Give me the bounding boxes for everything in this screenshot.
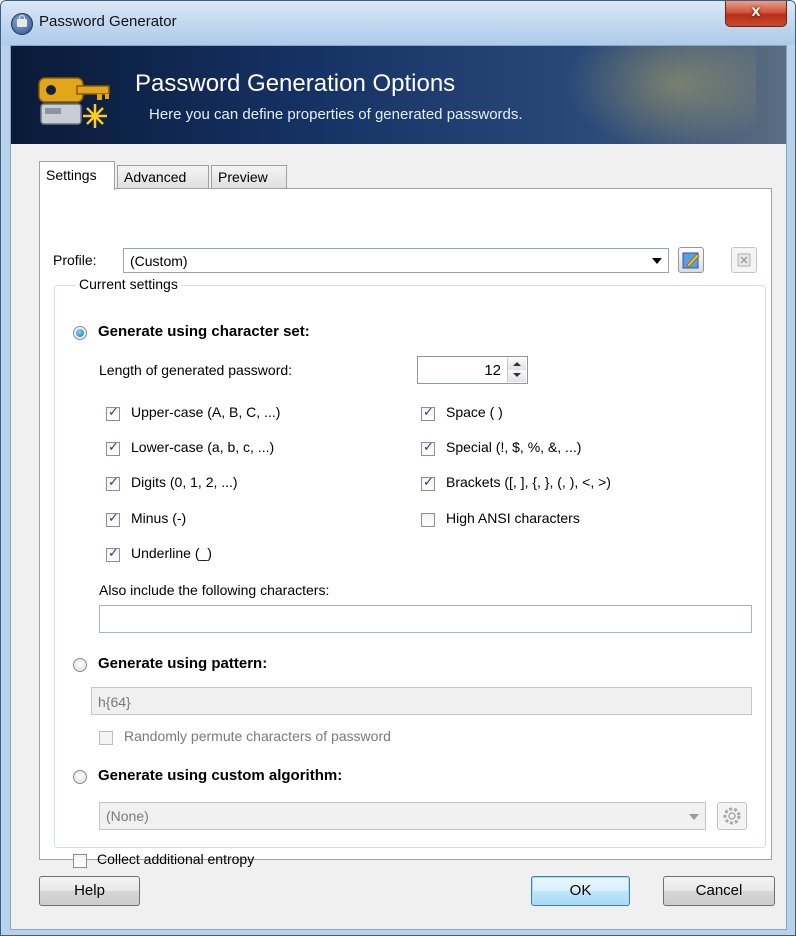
high-ansi-label: High ANSI characters: [446, 510, 580, 526]
gear-icon: [723, 807, 741, 825]
minus-label: Minus (-): [131, 510, 187, 526]
space-label: Space ( ): [446, 404, 503, 420]
digits-checkbox[interactable]: [106, 475, 120, 491]
ok-button[interactable]: OK: [531, 876, 630, 906]
key-generator-icon: [38, 77, 110, 128]
profile-label: Profile:: [53, 252, 97, 268]
delete-icon: [737, 253, 751, 267]
help-button[interactable]: Help: [39, 876, 140, 906]
brackets-checkbox[interactable]: [421, 475, 435, 491]
brackets-label: Brackets ([, ], {, }, (, ), <, >): [446, 474, 611, 490]
pattern-radio[interactable]: [73, 658, 87, 672]
edit-icon: [682, 252, 700, 269]
pattern-value: h{64}: [98, 694, 131, 710]
profile-dropdown[interactable]: (Custom): [123, 248, 669, 273]
spin-down-button[interactable]: [508, 370, 526, 382]
close-icon: x: [751, 3, 761, 20]
password-generator-window: Password Generator x Password Generation…: [0, 0, 796, 936]
banner-decoration: [556, 46, 756, 144]
custom-algorithm-dropdown[interactable]: (None): [99, 802, 706, 830]
pattern-field[interactable]: h{64}: [91, 687, 752, 715]
custom-algorithm-radio[interactable]: [73, 770, 87, 784]
banner-title: Password Generation Options: [135, 70, 456, 97]
lowercase-checkbox[interactable]: [106, 440, 120, 456]
underline-label: Underline (_): [131, 545, 212, 561]
close-button[interactable]: x: [725, 1, 787, 27]
tab-advanced[interactable]: Advanced: [117, 165, 209, 189]
custom-algorithm-value: (None): [106, 808, 149, 824]
high-ansi-checkbox[interactable]: [421, 513, 435, 527]
uppercase-checkbox[interactable]: [106, 405, 120, 421]
banner-subtitle: Here you can define properties of genera…: [149, 106, 523, 123]
length-label: Length of generated password:: [99, 362, 293, 378]
digits-label: Digits (0, 1, 2, ...): [131, 474, 238, 490]
charset-radio-label: Generate using character set:: [98, 323, 310, 340]
length-spin-buttons: [507, 358, 526, 382]
save-profile-button[interactable]: [678, 247, 704, 273]
chevron-down-icon: [689, 814, 699, 820]
algorithm-options-button[interactable]: [717, 802, 747, 830]
underline-checkbox[interactable]: [106, 546, 120, 562]
current-settings-legend: Current settings: [76, 276, 181, 292]
length-stepper[interactable]: 12: [417, 356, 528, 384]
lowercase-label: Lower-case (a, b, c, ...): [131, 439, 275, 455]
tab-settings[interactable]: Settings: [39, 161, 115, 190]
entropy-checkbox[interactable]: [73, 854, 87, 868]
charset-radio[interactable]: [73, 326, 87, 340]
permute-label: Randomly permute characters of password: [124, 728, 391, 744]
lock-icon: [11, 13, 33, 35]
window-title: Password Generator: [39, 13, 177, 30]
cancel-button[interactable]: Cancel: [663, 876, 775, 906]
permute-checkbox[interactable]: [99, 731, 113, 745]
tab-preview[interactable]: Preview: [211, 165, 287, 189]
delete-profile-button[interactable]: [731, 247, 757, 273]
custom-algorithm-radio-label: Generate using custom algorithm:: [98, 767, 343, 784]
dialog-client-area: Password Generation Options Here you can…: [10, 45, 787, 930]
pattern-radio-label: Generate using pattern:: [98, 655, 268, 672]
also-include-label: Also include the following characters:: [99, 582, 330, 598]
space-checkbox[interactable]: [421, 405, 435, 421]
settings-panel: Profile: (Custom) Current settings Gener…: [39, 188, 772, 868]
also-include-field[interactable]: [99, 605, 752, 633]
header-banner: Password Generation Options Here you can…: [11, 46, 786, 144]
special-label: Special (!, $, %, &, ...): [446, 439, 582, 455]
special-checkbox[interactable]: [421, 440, 435, 456]
uppercase-label: Upper-case (A, B, C, ...): [131, 404, 281, 420]
title-bar: Password Generator x: [1, 1, 795, 45]
minus-checkbox[interactable]: [106, 511, 120, 527]
chevron-down-icon: [652, 258, 662, 264]
entropy-label: Collect additional entropy: [97, 851, 255, 867]
profile-value: (Custom): [130, 253, 188, 269]
length-value: 12: [484, 362, 501, 379]
